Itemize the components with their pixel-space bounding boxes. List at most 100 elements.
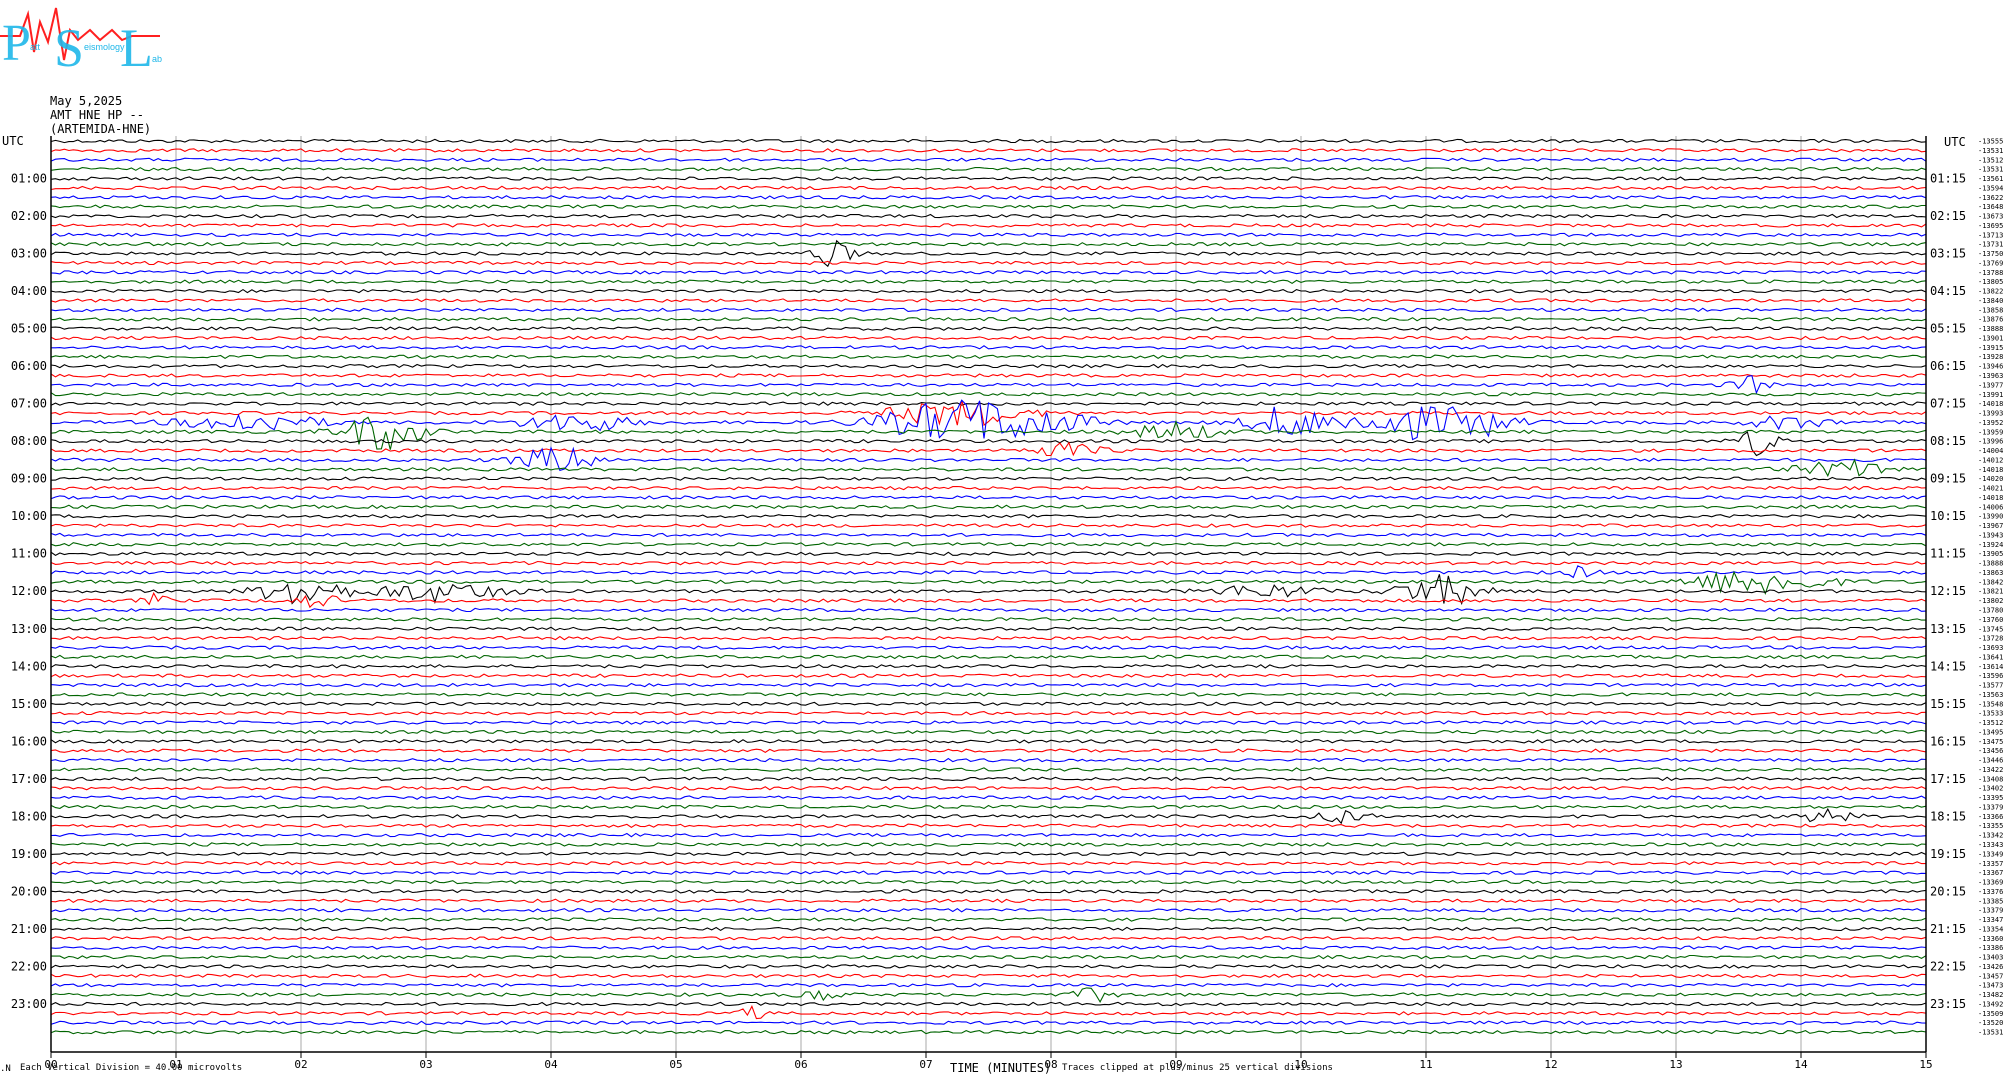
x-tick-label: 03	[419, 1058, 432, 1071]
trace-row	[50, 1005, 1927, 1020]
trace-row	[50, 701, 1927, 707]
row-mean-label: -14018	[1978, 466, 2003, 474]
left-hour-label: 10:00	[11, 509, 47, 523]
row-mean-label: -13577	[1978, 682, 2003, 690]
trace-row	[50, 635, 1927, 641]
row-mean-label: -13863	[1978, 569, 2003, 577]
row-mean-label: -13386	[1978, 944, 2003, 952]
trace-row	[50, 354, 1927, 359]
trace-row	[50, 260, 1927, 266]
trace-row	[50, 982, 1927, 988]
x-tick-label: 02	[294, 1058, 307, 1071]
trace-row	[50, 485, 1927, 491]
x-tick-label: 04	[544, 1058, 558, 1071]
row-mean-label: -13347	[1978, 916, 2003, 924]
right-axis-title: UTC	[1944, 135, 1966, 149]
trace-row	[50, 392, 1927, 397]
trace-row	[50, 298, 1927, 303]
x-tick-label: 06	[794, 1058, 807, 1071]
trace-row	[50, 776, 1927, 782]
trace-row	[50, 626, 1927, 631]
right-hour-label: 07:15	[1930, 397, 1966, 411]
right-hour-label: 19:15	[1930, 847, 1966, 861]
trace-row	[51, 345, 1927, 350]
right-hour-label: 10:15	[1930, 509, 1966, 523]
trace-row	[50, 241, 1927, 247]
trace-row	[50, 767, 1927, 772]
trace-row	[50, 307, 1927, 313]
trace-row	[50, 654, 1927, 660]
row-mean-label: -13426	[1978, 963, 2003, 971]
trace-row	[50, 889, 1927, 894]
trace-row	[50, 617, 1926, 622]
trace-row	[50, 692, 1927, 697]
trace-row	[50, 157, 1927, 162]
row-mean-label: -13731	[1978, 241, 2003, 249]
row-mean-label: -13357	[1978, 860, 2003, 868]
row-mean-label: -13495	[1978, 728, 2003, 736]
left-hour-label: 16:00	[11, 734, 47, 748]
trace-row	[50, 907, 1926, 913]
x-tick-label: 11	[1419, 1058, 1432, 1071]
trace-row	[50, 204, 1926, 209]
footer-left-mark: .N	[0, 1064, 11, 1074]
trace-row	[50, 316, 1927, 322]
trace-row	[50, 861, 1926, 866]
row-mean-label: -13876	[1978, 316, 2003, 324]
row-mean-label: -13780	[1978, 607, 2003, 615]
row-mean-label: -13563	[1978, 691, 2003, 699]
right-hour-label: 03:15	[1930, 247, 1966, 261]
right-hour-label: 11:15	[1930, 547, 1966, 561]
x-tick-label: 14	[1794, 1058, 1808, 1071]
left-hour-label: 12:00	[11, 584, 47, 598]
left-hour-label: 08:00	[11, 434, 47, 448]
row-mean-label: -13990	[1978, 513, 2003, 521]
trace-row	[50, 1029, 1927, 1035]
x-axis-title: TIME (MINUTES)	[950, 1061, 1052, 1075]
trace-row	[50, 987, 1927, 1004]
row-mean-label: -13952	[1978, 419, 2003, 427]
row-mean-label: -13946	[1978, 363, 2003, 371]
x-tick-label: 07	[919, 1058, 932, 1071]
trace-row	[50, 710, 1927, 716]
trace-row	[50, 720, 1927, 725]
trace-row	[50, 807, 1927, 825]
trace-row	[50, 138, 1927, 144]
trace-row	[50, 504, 1927, 510]
x-tick-label: 12	[1544, 1058, 1557, 1071]
row-mean-label: -13641	[1978, 653, 2003, 661]
trace-row	[50, 785, 1927, 791]
row-mean-label: -13614	[1978, 663, 2003, 671]
row-mean-label: -13520	[1978, 1019, 2003, 1027]
row-mean-label: -13456	[1978, 747, 2003, 755]
trace-row	[50, 446, 1927, 472]
row-mean-label: -13943	[1978, 531, 2003, 539]
trace-row	[50, 1020, 1927, 1025]
row-mean-label: -13996	[1978, 438, 2003, 446]
right-hour-label: 04:15	[1930, 284, 1966, 298]
trace-row	[50, 926, 1927, 932]
row-mean-label: -13963	[1978, 372, 2003, 380]
row-mean-label: -13385	[1978, 897, 2003, 905]
left-hour-label: 09:00	[11, 472, 47, 486]
row-mean-label: -13959	[1978, 428, 2003, 436]
trace-row	[50, 739, 1927, 744]
row-mean-label: -14018	[1978, 494, 2003, 502]
trace-row	[50, 917, 1927, 922]
left-hour-label: 11:00	[11, 547, 47, 561]
trace-row	[50, 898, 1926, 904]
trace-row	[50, 832, 1927, 838]
trace-row	[50, 842, 1927, 847]
row-mean-label: -13991	[1978, 391, 2003, 399]
trace-row	[50, 270, 1927, 275]
row-mean-label: -13403	[1978, 954, 2003, 962]
x-tick-label: 05	[669, 1058, 682, 1071]
left-hour-label: 07:00	[11, 397, 47, 411]
row-mean-label: -14021	[1978, 485, 2003, 493]
row-mean-label: -14018	[1978, 400, 2003, 408]
trace-row	[50, 560, 1927, 566]
right-hour-label: 21:15	[1930, 922, 1966, 936]
left-hour-label: 20:00	[11, 884, 47, 898]
row-mean-label: -13673	[1978, 213, 2003, 221]
row-mean-label: -13531	[1978, 147, 2003, 155]
